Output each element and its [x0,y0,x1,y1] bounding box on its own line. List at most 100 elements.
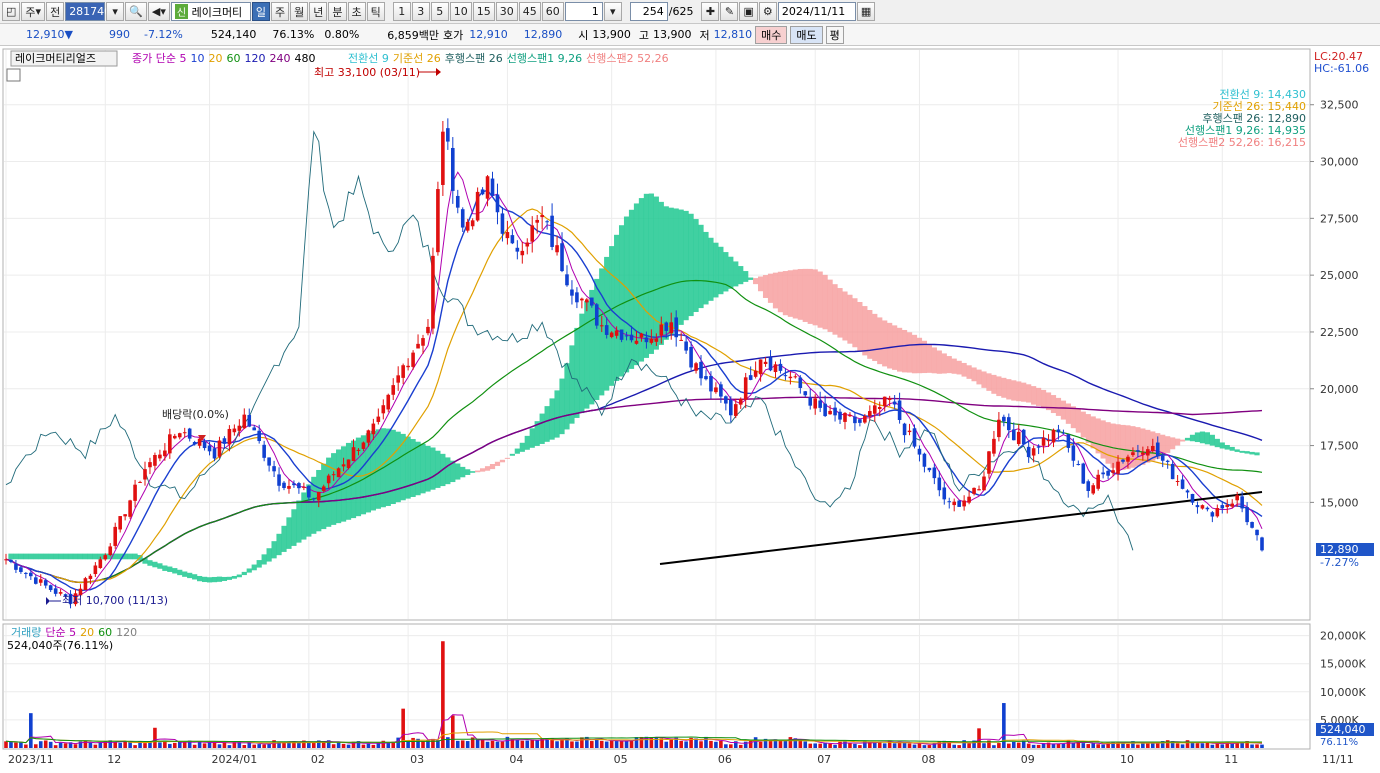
volume-bar [371,744,376,748]
cloud-segment [1179,439,1186,442]
cloud-segment [395,431,401,503]
candle-body [48,585,53,590]
cloud-segment [271,541,277,559]
tab-day[interactable]: 일 [251,2,270,21]
volume-legend-item: 60 [98,626,112,639]
volume-bar [515,739,520,748]
volume-bar [957,745,961,748]
price-chart[interactable]: 레이크머티리얼즈 종가 단순 5 10 20 60 120 240 480 전환선 9 기준선… [0,46,1380,770]
save-icon[interactable]: ▣ [739,2,758,21]
cloud-segment [594,278,600,400]
ichimoku-value: 선행스팬2 52,26: 16,215 [1178,136,1306,149]
cloud-segment [504,457,511,459]
ma-legend-item: 60 [226,52,240,65]
date-input[interactable]: 2024/11/11 [777,2,856,21]
tab-month[interactable]: 월 [290,2,309,21]
eval-button[interactable]: 평 [825,25,844,44]
volume-bar [455,740,460,748]
candle-body [649,338,654,343]
volume-bar [366,743,371,748]
candle-body [585,299,589,303]
interval-5[interactable]: 5 [430,2,449,21]
price-tick-label: 27,500 [1320,212,1359,225]
candle-body [947,501,952,503]
candle-body [952,501,957,506]
sell-button[interactable]: 매도 [790,25,823,44]
cloud-segment [48,553,54,560]
cloud-segment [455,463,461,480]
count-input[interactable]: 254 [629,2,668,21]
candle-body [1071,445,1076,461]
stock-code-input[interactable]: 281740 [65,2,111,21]
candle-body [778,363,783,371]
candle-body [1235,495,1239,501]
cloud-segment [87,553,93,560]
candle-body [475,191,480,221]
date-tick-label: 07 [817,753,831,766]
interval-10[interactable]: 10 [449,2,472,21]
interval-value-input[interactable]: 1 [564,2,603,21]
cloud-segment [1065,403,1071,424]
volume-bar [1021,740,1026,748]
interval-30[interactable]: 30 [495,2,518,21]
candle-body [282,482,286,489]
cloud-segment [256,560,262,568]
volume-bar [311,742,316,748]
candle-body [371,423,376,435]
tab-second[interactable]: 초 [347,2,366,21]
candle-body [1200,505,1205,509]
volume-bar [143,743,147,748]
interval-45[interactable]: 45 [518,2,541,21]
tab-week[interactable]: 주 [271,2,290,21]
crosshair-icon[interactable]: ✚ [701,2,720,21]
cloud-segment [1239,450,1245,453]
cloud-segment [167,566,173,572]
candle-body [108,546,113,556]
cloud-segment [911,334,918,374]
volume-bar [83,740,88,748]
search-icon[interactable]: 🔍 [125,2,147,21]
candle-body [1215,508,1220,517]
period-select[interactable]: 주 ▾ [21,2,46,21]
interval-15[interactable]: 15 [472,2,495,21]
chart-area[interactable]: 레이크머티리얼즈 종가 단순 5 10 20 60 120 240 480 전환선 9 기준선… [0,46,1380,770]
candle-body [361,442,366,449]
volume-bar [411,737,415,748]
gear-icon[interactable]: ⚙ [758,2,777,21]
window-icon[interactable]: ◰ [2,2,21,21]
volume-bar [9,741,13,748]
candle-body [272,466,276,472]
tab-minute[interactable]: 분 [328,2,347,21]
volume-bar [232,741,237,748]
candle-body [1046,440,1051,442]
interval-dropdown-button[interactable]: ▾ [603,2,622,21]
code-dropdown-button[interactable]: ▾ [106,2,125,21]
speaker-icon[interactable]: ◀▾ [147,2,170,21]
candle-body [594,304,599,326]
prev-button[interactable]: 전 [46,2,65,21]
candle-body [1131,452,1135,456]
draw-tool-icon[interactable]: ✎ [720,2,739,21]
price-tick-label: 20,000 [1320,383,1359,396]
candle-body [252,427,257,431]
volume-ratio: 76.13% [272,28,315,41]
cloud-segment [1244,451,1250,454]
cloud-segment [1170,437,1176,450]
volume-bar [192,744,197,748]
stock-name-field[interactable]: 신 레이크머티 [170,2,251,21]
tab-year[interactable]: 년 [309,2,328,21]
interval-1[interactable]: 1 [392,2,411,21]
panel-toggle-icon[interactable] [6,68,21,82]
buy-button[interactable]: 매수 [755,25,788,44]
candle-body [868,411,872,417]
candle-body [326,475,331,484]
tab-tick[interactable]: 틱 [366,2,385,21]
ichimoku-legend-item: 후행스팬 26 [445,52,503,65]
candle-body [535,219,539,223]
interval-60[interactable]: 60 [541,2,564,21]
calendar-icon[interactable]: ▦ [856,2,876,21]
candle-body [495,194,500,213]
interval-3[interactable]: 3 [411,2,430,21]
candle-body [997,419,1001,438]
volume-legend-item: 단순 5 [45,626,76,639]
